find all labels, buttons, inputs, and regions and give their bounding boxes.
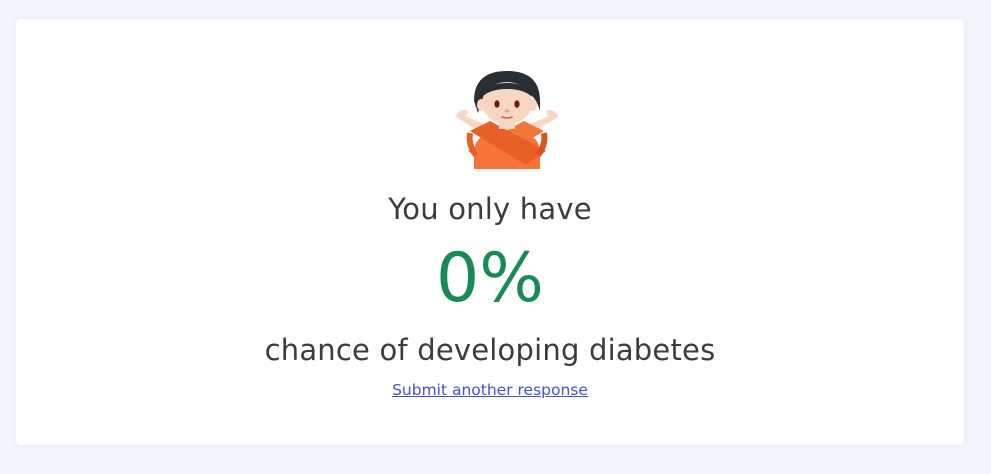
diabetes-chance-percent: 0% (436, 239, 544, 318)
result-card: You only have 0% chance of developing di… (16, 19, 964, 445)
person-gesturing-no-icon (456, 71, 558, 169)
result-lead-text: You only have (388, 192, 592, 226)
result-tail-text: chance of developing diabetes (264, 333, 716, 367)
submit-another-response-link[interactable]: Submit another response (392, 381, 588, 399)
link-container: Submit another response (16, 379, 964, 401)
